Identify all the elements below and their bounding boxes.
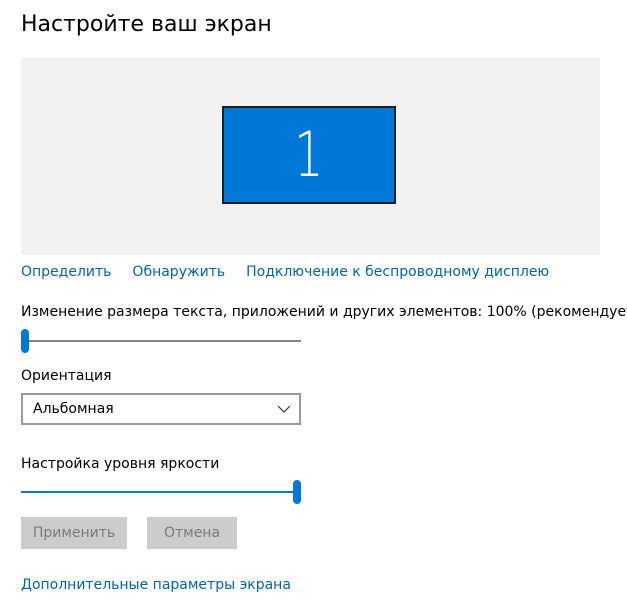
slider-fill — [21, 491, 297, 493]
scale-label: Изменение размера текста, приложений и д… — [21, 304, 627, 320]
brightness-label: Настройка уровня яркости — [21, 456, 220, 472]
advanced-display-settings-link[interactable]: Дополнительные параметры экрана — [21, 575, 291, 595]
apply-button[interactable]: Применить — [21, 517, 127, 549]
brightness-slider[interactable] — [21, 480, 301, 504]
orientation-label: Ориентация — [21, 368, 112, 384]
wireless-display-link[interactable]: Подключение к беспроводному дисплею — [246, 262, 549, 282]
scale-slider[interactable] — [21, 329, 301, 353]
slider-track — [21, 340, 301, 342]
identify-link[interactable]: Определить — [21, 262, 111, 282]
orientation-selected-value: Альбомная — [33, 401, 114, 417]
monitor-1-tile[interactable]: 1 — [222, 106, 396, 204]
slider-thumb[interactable] — [293, 480, 301, 504]
cancel-button[interactable]: Отмена — [147, 517, 237, 549]
slider-thumb[interactable] — [21, 329, 29, 353]
display-links-row: Определить Обнаружить Подключение к бесп… — [21, 262, 549, 282]
page-title: Настройте ваш экран — [21, 12, 272, 37]
display-arrangement-area: 1 — [21, 58, 600, 255]
chevron-down-icon — [277, 405, 291, 413]
orientation-dropdown[interactable]: Альбомная — [21, 393, 301, 425]
monitor-number: 1 — [294, 118, 324, 191]
detect-link[interactable]: Обнаружить — [132, 262, 225, 282]
